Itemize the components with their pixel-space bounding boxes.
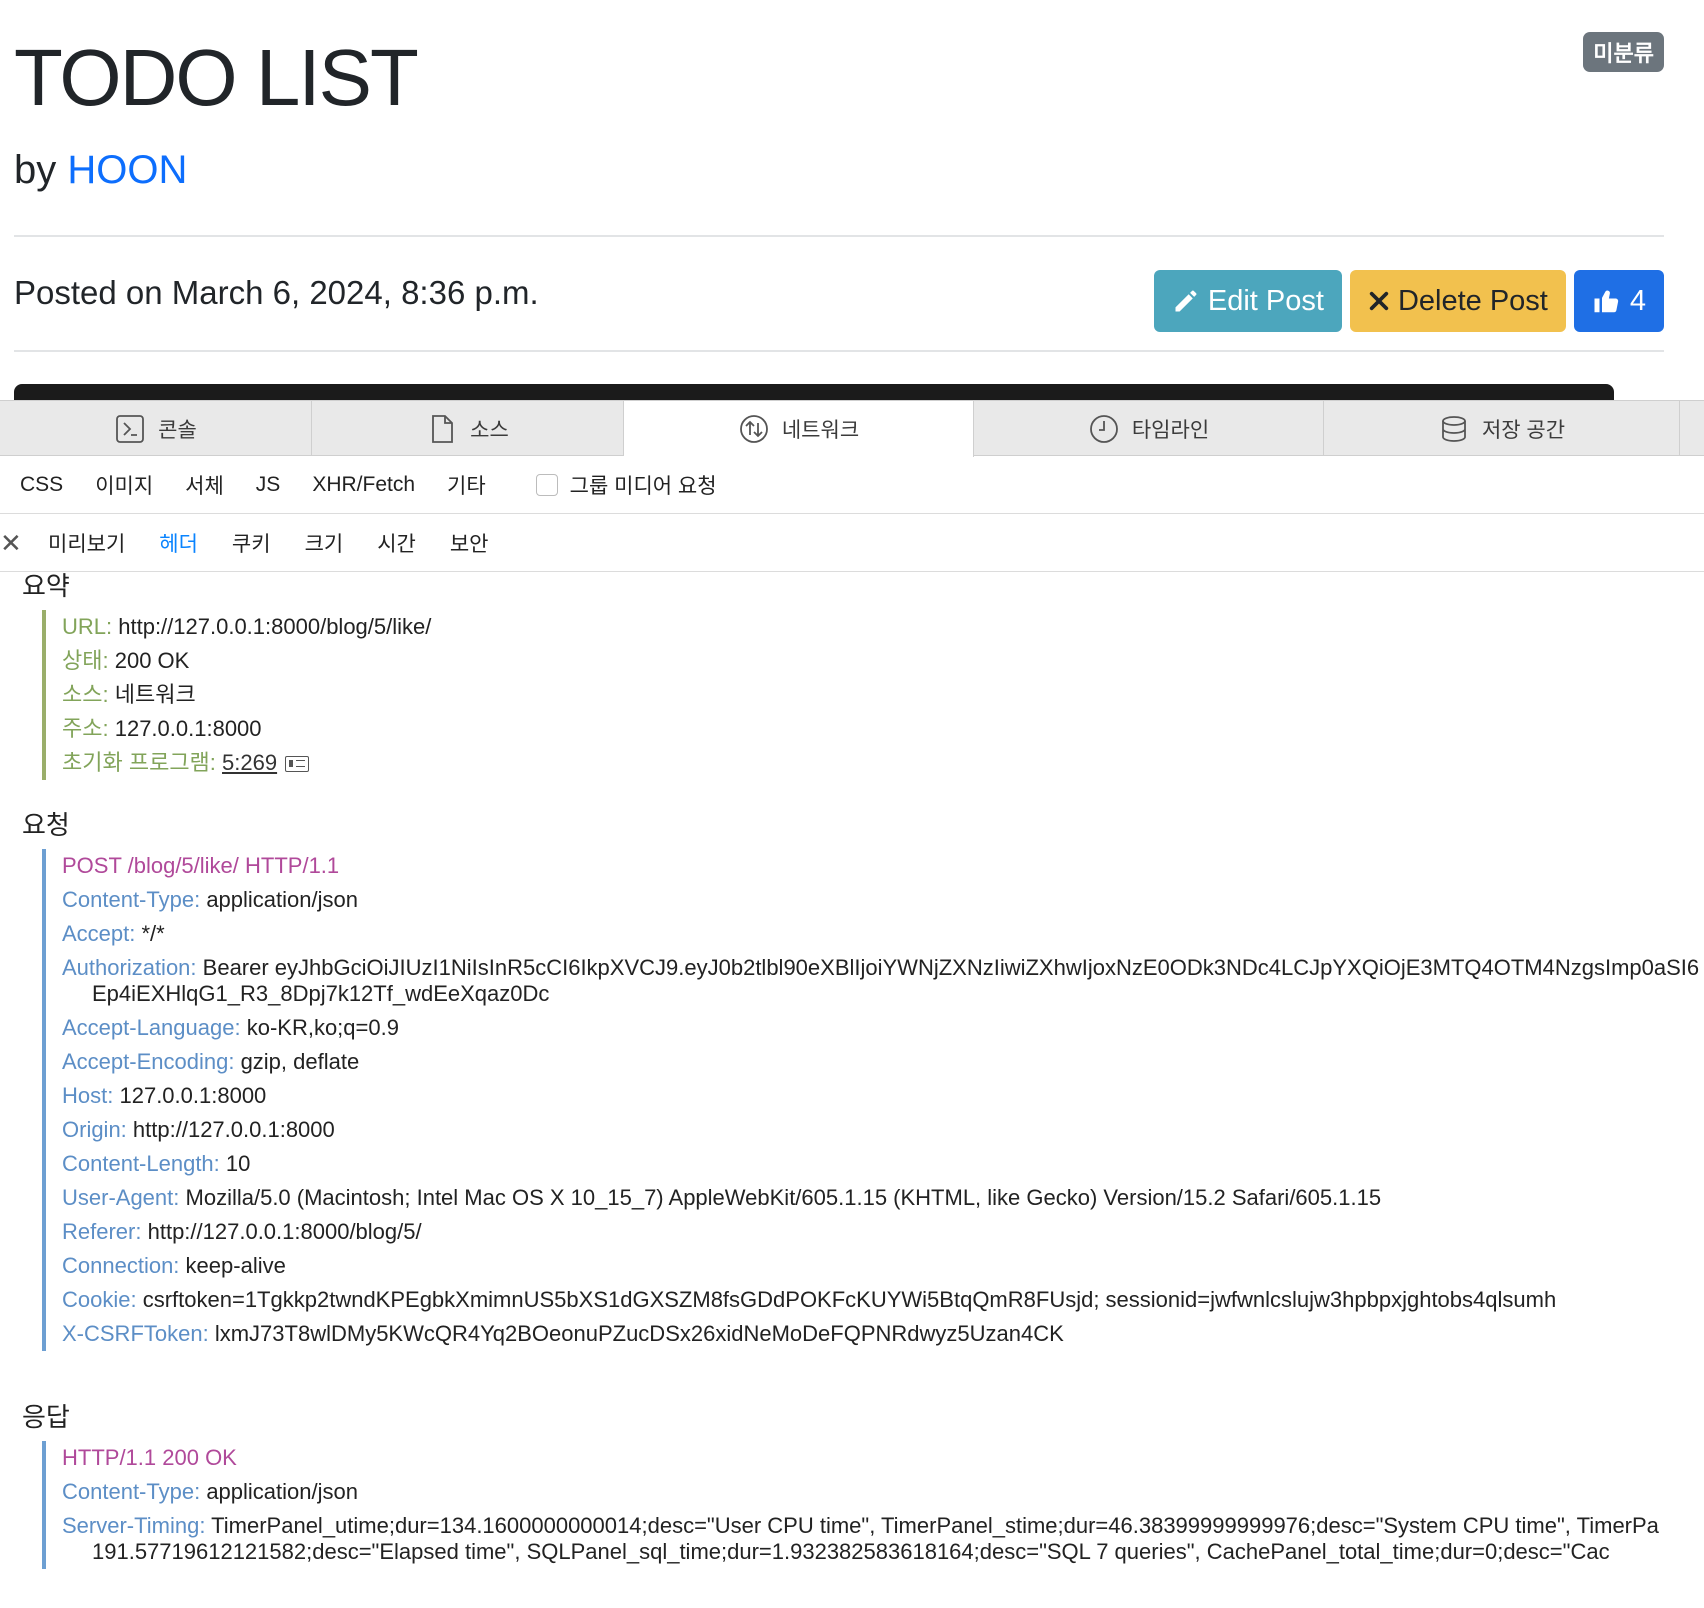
request-section: POST /blog/5/like/ HTTP/1.1 Content-Type… [42, 849, 1704, 1351]
tab-network-label: 네트워크 [781, 419, 860, 442]
author-link[interactable]: HOON [67, 148, 187, 192]
summary-row-url: URL: http://127.0.0.1:8000/blog/5/like/ [62, 614, 432, 639]
like-button[interactable]: 4 [1573, 270, 1664, 332]
posted-date: Posted on March 6, 2024, 8:36 p.m. [14, 274, 539, 311]
console-icon [116, 414, 145, 443]
edit-post-label: Edit Post [1207, 284, 1324, 317]
network-icon [739, 415, 768, 443]
request-header-row: Cookie: csrftoken=1Tgkkp2twndKPEgbkXmimn… [62, 1287, 1557, 1312]
request-header-row: Accept-Language: ko-KR,ko;q=0.9 [62, 1015, 399, 1040]
filter-js[interactable]: JS [256, 473, 281, 497]
category-badge[interactable]: 미분류 [1583, 32, 1664, 72]
post-image [14, 384, 1614, 400]
response-header-continuation: 191.57719612121582;desc="Elapsed time", … [92, 1539, 1610, 1564]
tab-console-label: 콘솔 [158, 418, 197, 442]
summary-row-address: 주소: 127.0.0.1:8000 [62, 716, 262, 741]
summary-row-source: 소스: 네트워크 [62, 682, 196, 707]
summary-row-status: 상태: 200 OK [62, 648, 190, 673]
request-header-row: User-Agent: Mozilla/5.0 (Macintosh; Inte… [62, 1185, 1382, 1210]
initiator-link[interactable]: 5:269 [222, 750, 277, 775]
divider [14, 350, 1664, 352]
detail-tab-bar: ✕ 미리보기 헤더 쿠키 크기 시간 보안 [0, 514, 1704, 572]
page-title: TODO LIST [14, 33, 419, 122]
tab-timeline[interactable]: 타임라인 [974, 401, 1324, 456]
document-icon [432, 414, 454, 443]
delete-post-label: Delete Post [1397, 284, 1548, 317]
summary-section: URL: http://127.0.0.1:8000/blog/5/like/ … [42, 610, 1704, 780]
response-section: HTTP/1.1 200 OK Content-Type: applicatio… [42, 1441, 1704, 1569]
divider [14, 235, 1664, 237]
response-header-row: Content-Type: application/json [62, 1479, 358, 1504]
subtab-cookies[interactable]: 쿠키 [232, 528, 271, 558]
headers-panel: 요약 URL: http://127.0.0.1:8000/blog/5/lik… [0, 572, 1704, 1608]
post-actions: Edit Post Delete Post 4 [1153, 270, 1664, 332]
response-heading: 응답 [22, 1402, 70, 1432]
group-media-checkbox[interactable] [535, 473, 558, 496]
request-header-row: X-CSRFToken: lxmJ73T8wlDMy5KWcQR4Yq2BOeo… [62, 1321, 1064, 1346]
summary-heading: 요약 [22, 572, 70, 601]
request-header-row: Origin: http://127.0.0.1:8000 [62, 1117, 335, 1142]
request-header-row: Host: 127.0.0.1:8000 [62, 1083, 267, 1108]
x-icon [1369, 291, 1389, 311]
request-header-row: Connection: keep-alive [62, 1253, 286, 1278]
tab-network[interactable]: 네트워크 [624, 401, 974, 457]
tab-sources[interactable]: 소스 [312, 401, 624, 456]
tab-storage[interactable]: 저장 공간 [1324, 401, 1680, 456]
filter-xhr-fetch[interactable]: XHR/Fetch [312, 473, 415, 497]
database-icon [1442, 415, 1466, 442]
close-icon[interactable]: ✕ [0, 530, 22, 556]
request-header-row: Content-Length: 10 [62, 1151, 251, 1176]
request-header-row: Accept: */* [62, 921, 165, 946]
request-header-row: Content-Type: application/json [62, 887, 358, 912]
resource-filter-bar: CSS 이미지 서체 JS XHR/Fetch 기타 그룹 미디어 요청 [0, 456, 1704, 514]
group-media-label[interactable]: 그룹 미디어 요청 [570, 470, 717, 500]
web-inspector: 콘솔 소스 네트워크 타임라인 저장 공간 CSS 이미지 서체 JS XHR/… [0, 400, 1704, 1608]
clock-icon [1089, 414, 1118, 443]
tab-console[interactable]: 콘솔 [0, 401, 312, 456]
subtab-security[interactable]: 보안 [450, 528, 489, 558]
tab-sources-label: 소스 [470, 418, 509, 442]
like-count: 4 [1629, 284, 1646, 317]
pencil-icon [1175, 290, 1197, 312]
filter-fonts[interactable]: 서체 [185, 470, 224, 500]
inspector-tab-bar: 콘솔 소스 네트워크 타임라인 저장 공간 [0, 400, 1704, 457]
thumbs-up-icon [1594, 290, 1619, 313]
request-line: POST /blog/5/like/ HTTP/1.1 [62, 853, 340, 878]
reveal-source-icon[interactable] [285, 756, 310, 773]
subtab-timing[interactable]: 시간 [377, 528, 416, 558]
subtab-headers[interactable]: 헤더 [159, 528, 198, 558]
byline-prefix: by [14, 148, 57, 192]
status-line: HTTP/1.1 200 OK [62, 1445, 237, 1470]
request-heading: 요청 [22, 810, 70, 840]
filter-other[interactable]: 기타 [447, 470, 486, 500]
filter-css[interactable]: CSS [20, 473, 63, 497]
edit-post-button[interactable]: Edit Post [1153, 270, 1342, 332]
summary-row-initiator: 초기화 프로그램: 5:269 [62, 746, 1704, 780]
byline: by HOON [14, 148, 187, 193]
tab-timeline-label: 타임라인 [1131, 418, 1210, 442]
request-header-row: Referer: http://127.0.0.1:8000/blog/5/ [62, 1219, 422, 1244]
delete-post-button[interactable]: Delete Post [1349, 270, 1566, 332]
subtab-sizes[interactable]: 크기 [305, 528, 344, 558]
subtab-preview[interactable]: 미리보기 [48, 528, 125, 558]
blog-post-page: TODO LIST by HOON 미분류 Posted on March 6,… [0, 0, 1704, 400]
request-header-row: Accept-Encoding: gzip, deflate [62, 1049, 360, 1074]
filter-images[interactable]: 이미지 [95, 470, 153, 500]
tab-storage-label: 저장 공간 [1481, 418, 1566, 442]
